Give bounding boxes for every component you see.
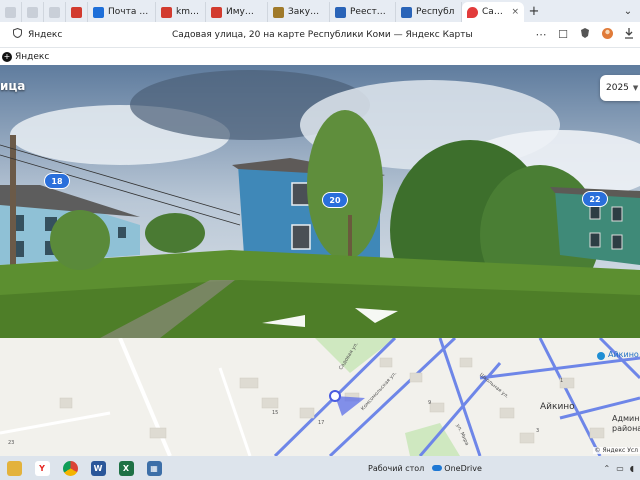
bookmarks-bar: + Яндекс [0, 48, 640, 65]
tab-label: Садова [482, 7, 506, 17]
bookmark-icon[interactable]: ☐ [552, 28, 574, 41]
map-copyright[interactable]: © Яндекс Усл [592, 447, 640, 454]
year-select[interactable]: 2025 ▼ [600, 75, 640, 101]
pdf-icon [161, 6, 172, 18]
mail-icon [93, 6, 104, 18]
taskbar-yandex-browser[interactable]: Y [28, 456, 56, 480]
yandex-browser-icon: Y [34, 460, 50, 476]
emblem-icon [273, 6, 284, 18]
tab-label: Реестр и [350, 7, 390, 17]
poi-label: района [612, 424, 640, 433]
place-label: Айкино [540, 402, 575, 412]
volume-icon[interactable]: ◖ [630, 464, 634, 473]
tab-favicon-icon [49, 6, 60, 18]
house-number-badge[interactable]: 22 [582, 191, 608, 207]
tab-label: Имущест [226, 7, 262, 17]
onedrive-toolbar[interactable]: OneDrive [432, 464, 482, 473]
house-number-label: 17 [318, 420, 325, 426]
tab-favicon-icon [71, 6, 82, 18]
network-icon[interactable]: ▭ [616, 464, 624, 473]
house-number-label: 15 [272, 410, 279, 416]
house-number-label: 1 [560, 378, 564, 384]
panorama-image [0, 65, 640, 338]
tab-pinned-2[interactable] [22, 2, 44, 22]
tab-property[interactable]: Имущест [206, 2, 268, 22]
poi-label[interactable]: Айкино [608, 350, 639, 359]
tab-yandex-maps[interactable]: Садова × [462, 2, 524, 22]
street-view-panorama[interactable]: ица 2025 ▼ 18 20 22 [0, 65, 640, 338]
street-title: ица [0, 79, 26, 93]
widget-icon [6, 460, 22, 476]
taskbar-chrome[interactable] [56, 456, 84, 480]
tab-procurement[interactable]: Закупки [268, 2, 330, 22]
tab-label: Закупки [288, 7, 324, 17]
house-number-label: 9 [428, 400, 432, 406]
excel-icon: X [118, 460, 134, 476]
browser-tab-strip: Почта Ма km16.pdf Имущест Закупки Реестр… [0, 0, 640, 22]
registry-icon [335, 6, 346, 18]
chrome-icon [62, 460, 78, 476]
tab-pdf[interactable]: km16.pdf [156, 2, 206, 22]
taskbar-word[interactable]: W [84, 456, 112, 480]
tab-favicon-icon [27, 6, 38, 18]
tab-menu-chevron-icon[interactable]: ⌄ [616, 1, 640, 21]
onedrive-label: OneDrive [444, 463, 482, 473]
system-tray: ⌃ ▭ ◖ [604, 464, 640, 473]
house-number-label: 3 [536, 428, 540, 434]
tab-label: km16.pdf [176, 7, 200, 17]
year-value: 2025 [606, 83, 629, 93]
page-title[interactable]: Садовая улица, 20 на карте Республики Ко… [138, 30, 530, 40]
close-icon[interactable]: × [511, 7, 519, 17]
taskbar-excel[interactable]: X [112, 456, 140, 480]
registry-icon [401, 6, 412, 18]
tab-republic[interactable]: Республ [396, 2, 462, 22]
extension-icon[interactable] [574, 27, 596, 42]
tray-overflow-chevron-icon[interactable]: ⌃ [604, 464, 611, 473]
bookmark-yandex[interactable]: Яндекс [15, 52, 49, 62]
cloud-icon [432, 465, 443, 471]
doc-icon [211, 6, 222, 18]
profile-icon[interactable] [596, 27, 618, 43]
add-bookmark-icon[interactable]: + [2, 51, 12, 62]
desktop-toolbar[interactable]: Рабочий стол [368, 464, 424, 473]
more-icon[interactable]: ⋯ [530, 28, 552, 41]
chevron-down-icon: ▼ [632, 84, 639, 92]
shield-icon[interactable] [6, 27, 28, 41]
address-bar[interactable]: Яндекс Садовая улица, 20 на карте Респуб… [0, 22, 640, 48]
tab-label: Республ [416, 7, 455, 17]
taskbar: Y W X ▦ Рабочий стол OneDrive ⌃ ▭ ◖ [0, 456, 640, 480]
new-tab-button[interactable]: + [524, 1, 544, 21]
taskbar-calculator[interactable]: ▦ [140, 456, 168, 480]
site-name: Яндекс [28, 29, 63, 40]
tab-label: Почта Ма [108, 7, 150, 17]
taskbar-widget[interactable] [0, 456, 28, 480]
calculator-icon: ▦ [146, 460, 162, 476]
map-pin-icon [467, 6, 478, 18]
map-panel[interactable]: Садовая ул. Комсомольская ул. Школьная у… [0, 338, 640, 456]
tab-pinned-4[interactable] [66, 2, 88, 22]
poi-label: Админ [612, 414, 640, 423]
location-marker-icon[interactable] [329, 390, 341, 402]
tab-pinned-3[interactable] [44, 2, 66, 22]
tab-favicon-icon [5, 6, 16, 18]
tab-mail[interactable]: Почта Ма [88, 2, 156, 22]
map-canvas [0, 338, 640, 456]
house-number-badge[interactable]: 18 [44, 173, 70, 189]
tab-pinned-1[interactable] [0, 2, 22, 22]
download-icon[interactable] [618, 27, 640, 42]
tab-registry[interactable]: Реестр и [330, 2, 396, 22]
house-number-label: 23 [8, 440, 15, 446]
word-icon: W [90, 460, 106, 476]
house-number-badge[interactable]: 20 [322, 192, 348, 208]
